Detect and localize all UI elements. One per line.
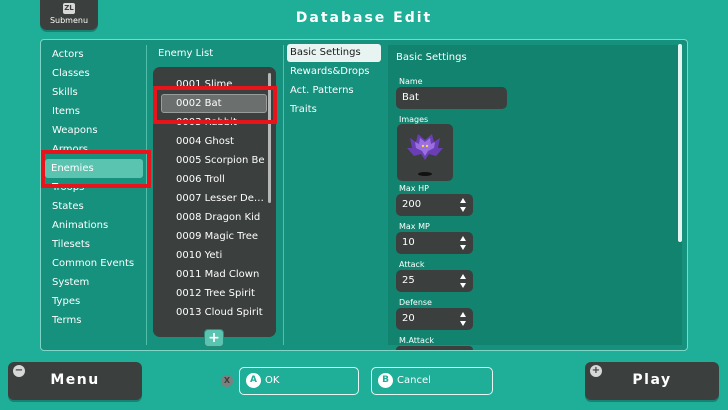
defense-value: 20 xyxy=(402,313,415,324)
defense-stepper[interactable]: 20 xyxy=(396,308,473,330)
images-label: Images xyxy=(399,115,429,124)
attack-value: 25 xyxy=(402,275,415,286)
menu-label: Menu xyxy=(50,372,100,388)
spin-arrows-icon[interactable] xyxy=(460,198,467,212)
category-item-animations[interactable]: Animations xyxy=(51,216,143,235)
enemy-item[interactable]: 0008 Dragon Kid xyxy=(161,208,265,227)
spin-arrows-icon[interactable] xyxy=(460,312,467,326)
category-item-common-events[interactable]: Common Events xyxy=(51,254,143,273)
category-item-enemies[interactable]: Enemies xyxy=(45,159,143,178)
enemy-list-scrollbar[interactable] xyxy=(268,73,271,203)
category-item-weapons[interactable]: Weapons xyxy=(51,121,143,140)
category-item-tilesets[interactable]: Tilesets xyxy=(51,235,143,254)
settings-scrollbar[interactable] xyxy=(678,44,682,242)
enemy-item[interactable]: 0007 Lesser De… xyxy=(161,189,265,208)
enemy-item[interactable]: 0006 Troll xyxy=(161,170,265,189)
name-label: Name xyxy=(399,77,423,86)
ok-label: OK xyxy=(265,375,280,386)
add-enemy-button[interactable]: + xyxy=(204,329,224,347)
spin-arrows-icon[interactable] xyxy=(460,274,467,288)
tab-rewards-drops[interactable]: Rewards&Drops xyxy=(287,63,381,81)
category-item-system[interactable]: System xyxy=(51,273,143,292)
divider xyxy=(146,45,147,345)
enemy-item[interactable]: 0009 Magic Tree xyxy=(161,227,265,246)
category-item-actors[interactable]: Actors xyxy=(51,45,143,64)
basic-settings-title: Basic Settings xyxy=(396,52,467,63)
enemy-item[interactable]: 0010 Yeti xyxy=(161,246,265,265)
enemy-item[interactable]: 0013 Cloud Spirit xyxy=(161,303,265,322)
enemy-item-selected[interactable]: 0002 Bat xyxy=(161,94,267,113)
enemy-list[interactable]: 0001 Slime 0002 Bat 0003 Rabbit 0004 Gho… xyxy=(153,67,276,337)
menu-button[interactable]: − Menu xyxy=(8,362,142,400)
m-attack-stepper[interactable] xyxy=(396,346,473,350)
enemy-list-header: Enemy List xyxy=(158,48,214,59)
max-hp-stepper[interactable]: 200 xyxy=(396,194,473,216)
submenu-label: Submenu xyxy=(49,16,89,25)
zl-button-icon: ZL xyxy=(63,3,75,14)
category-item-states[interactable]: States xyxy=(51,197,143,216)
tab-act-patterns[interactable]: Act. Patterns xyxy=(287,82,381,100)
category-item-terms[interactable]: Terms xyxy=(51,311,143,330)
a-button-icon: A xyxy=(246,373,261,388)
tab-basic-settings[interactable]: Basic Settings xyxy=(287,44,381,62)
name-field[interactable]: Bat xyxy=(396,87,507,109)
ok-button[interactable]: A OK xyxy=(239,367,359,395)
m-attack-label: M.Attack xyxy=(399,336,434,345)
divider xyxy=(283,45,284,345)
play-label: Play xyxy=(632,372,672,388)
page-title: Database Edit xyxy=(295,10,433,26)
max-mp-value: 10 xyxy=(402,237,415,248)
category-item-armors[interactable]: Armors xyxy=(51,140,143,159)
play-button[interactable]: + Play xyxy=(585,362,719,400)
max-mp-label: Max MP xyxy=(399,222,430,231)
tab-traits[interactable]: Traits xyxy=(287,101,381,119)
enemy-item[interactable]: 0004 Ghost xyxy=(161,132,265,151)
enemy-item[interactable]: 0005 Scorpion Bee xyxy=(161,151,265,170)
cancel-button[interactable]: B Cancel xyxy=(371,367,493,395)
max-hp-value: 200 xyxy=(402,199,422,210)
x-button-icon: X xyxy=(221,375,233,387)
enemy-item[interactable]: 0003 Rabbit xyxy=(161,113,265,132)
enemy-item[interactable]: 0012 Tree Spirit xyxy=(161,284,265,303)
enemy-item[interactable]: 0011 Mad Clown xyxy=(161,265,265,284)
category-item-troops[interactable]: Troops xyxy=(51,178,143,197)
b-button-icon: B xyxy=(378,373,393,388)
max-hp-label: Max HP xyxy=(399,184,429,193)
enemy-item[interactable]: 0001 Slime xyxy=(161,75,265,94)
category-item-types[interactable]: Types xyxy=(51,292,143,311)
max-mp-stepper[interactable]: 10 xyxy=(396,232,473,254)
bat-sprite-icon xyxy=(407,134,443,176)
defense-label: Defense xyxy=(399,298,432,307)
attack-stepper[interactable]: 25 xyxy=(396,270,473,292)
category-item-classes[interactable]: Classes xyxy=(51,64,143,83)
attack-label: Attack xyxy=(399,260,425,269)
spin-arrows-icon[interactable] xyxy=(460,236,467,250)
category-item-items[interactable]: Items xyxy=(51,102,143,121)
enemy-image-box[interactable] xyxy=(397,124,453,181)
submenu-button[interactable]: ZL Submenu xyxy=(40,0,98,30)
cancel-label: Cancel xyxy=(397,375,431,386)
category-item-skills[interactable]: Skills xyxy=(51,83,143,102)
